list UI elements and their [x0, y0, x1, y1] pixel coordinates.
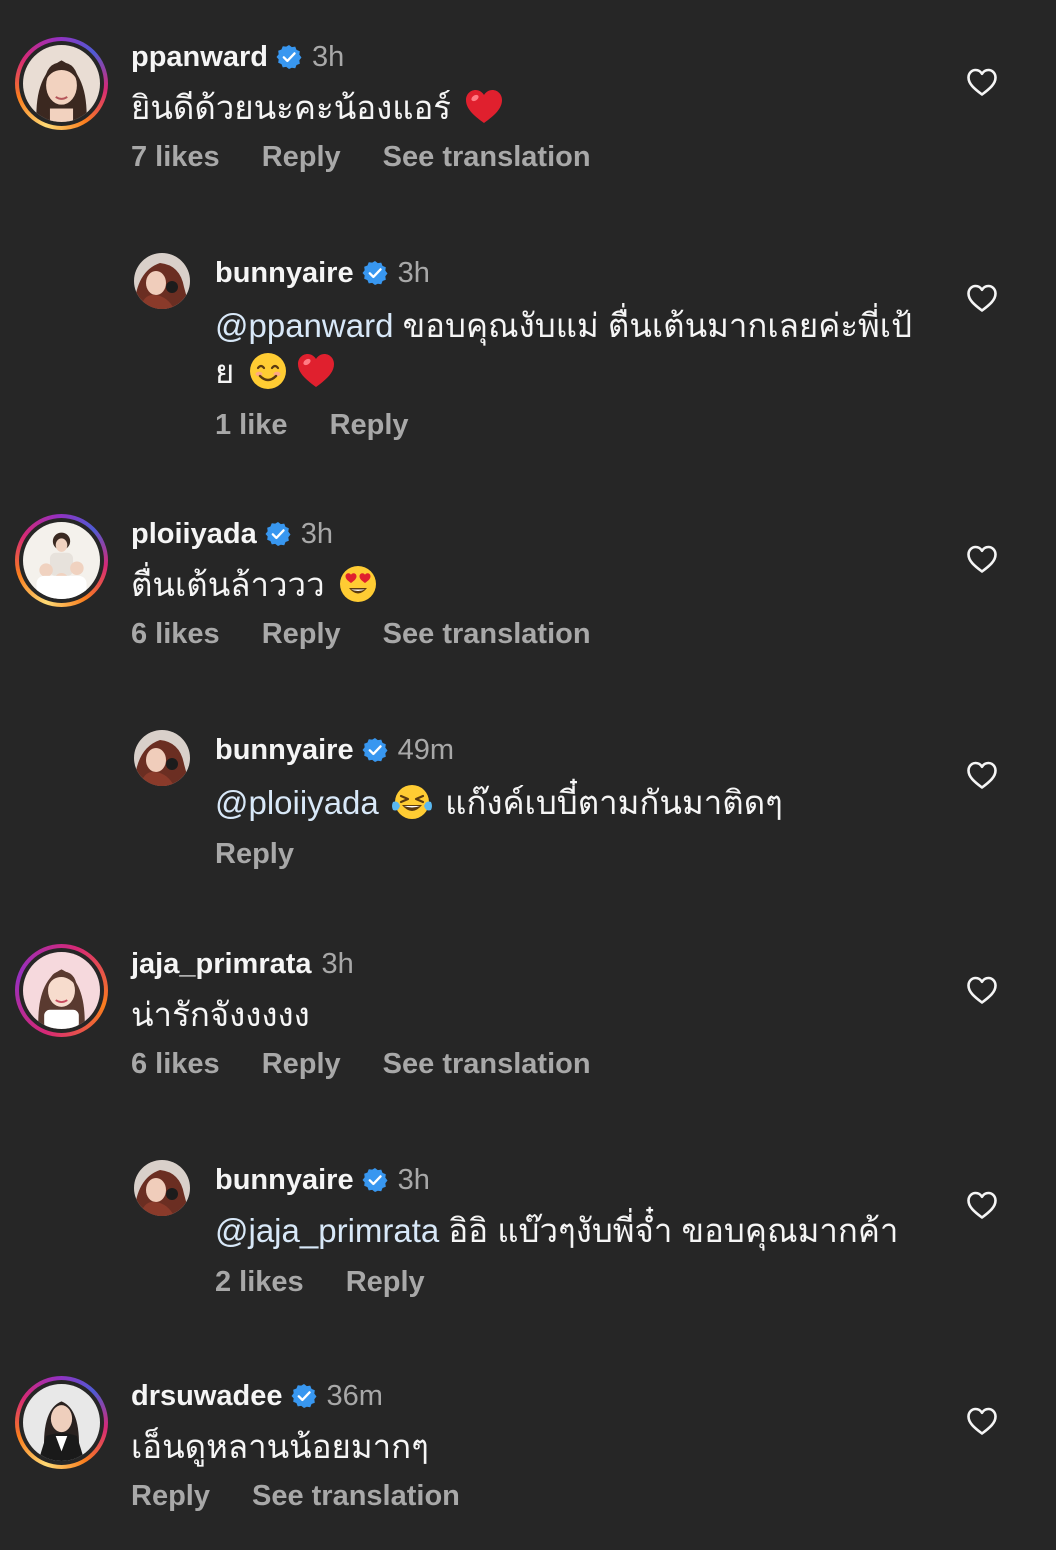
avatar[interactable]	[23, 1384, 100, 1461]
smiling-face-emoji-icon	[248, 351, 288, 391]
avatar[interactable]	[134, 730, 190, 786]
reply-button[interactable]: Reply	[215, 838, 294, 871]
likes-count[interactable]: 6 likes	[131, 618, 220, 651]
likes-count[interactable]: 2 likes	[215, 1266, 304, 1299]
story-ring[interactable]	[15, 1376, 108, 1469]
comment-username[interactable]: ploiiyada	[131, 518, 257, 551]
comment-body: ยินดีด้วยนะคะน้องแอร์	[131, 89, 452, 126]
reply-button[interactable]: Reply	[262, 1048, 341, 1081]
comment-body: แก๊งค์เบบี๋ตามกันมาติดๆ	[445, 784, 783, 821]
like-heart-icon[interactable]	[966, 1190, 998, 1220]
comment-username[interactable]: bunnyaire	[215, 734, 354, 767]
likes-count[interactable]: 1 like	[215, 409, 288, 442]
comment-text: น่ารักจังงงงง	[131, 992, 926, 1038]
verified-badge-icon	[276, 44, 302, 70]
avatar[interactable]	[23, 952, 100, 1029]
story-ring[interactable]	[15, 37, 108, 130]
tears-of-joy-emoji-icon	[392, 782, 432, 822]
verified-badge-icon	[265, 521, 291, 547]
comment-timestamp: 36m	[326, 1379, 383, 1412]
see-translation-button[interactable]: See translation	[383, 141, 591, 174]
reply-button[interactable]: Reply	[330, 409, 409, 442]
comment-body: ตื่นเต้นล้าววว	[131, 566, 325, 603]
comment-text: @jaja_primrata อิอิ แบ๊วๆงับพี่จ๋ำ ขอบคุ…	[215, 1208, 926, 1254]
comment-username[interactable]: bunnyaire	[215, 1164, 354, 1197]
like-heart-icon[interactable]	[966, 975, 998, 1005]
story-ring[interactable]	[15, 944, 108, 1037]
likes-count[interactable]: 6 likes	[131, 1048, 220, 1081]
avatar[interactable]	[23, 522, 100, 599]
like-heart-icon[interactable]	[966, 1406, 998, 1436]
like-heart-icon[interactable]	[966, 760, 998, 790]
mention-link[interactable]: @ppanward	[215, 307, 393, 344]
comment-text: @ploiiyada แก๊งค์เบบี๋ตามกันมาติดๆ	[215, 780, 926, 826]
verified-badge-icon	[362, 260, 388, 286]
comment-username[interactable]: drsuwadee	[131, 1380, 283, 1413]
comment-body-continued: ย	[215, 353, 235, 390]
heart-eyes-emoji-icon	[338, 564, 378, 604]
reply-button[interactable]: Reply	[262, 618, 341, 651]
like-heart-icon[interactable]	[966, 544, 998, 574]
avatar[interactable]	[23, 45, 100, 122]
comment-username[interactable]: ppanward	[131, 41, 268, 74]
comment-username[interactable]: bunnyaire	[215, 257, 354, 290]
comment-username[interactable]: jaja_primrata	[131, 948, 312, 981]
mention-link[interactable]: @jaja_primrata	[215, 1212, 439, 1249]
comment-timestamp: 3h	[397, 256, 430, 289]
reply-button[interactable]: Reply	[262, 141, 341, 174]
comment-timestamp: 49m	[397, 733, 455, 766]
red-heart-emoji-icon	[296, 351, 336, 391]
comment-text: ยินดีด้วยนะคะน้องแอร์	[131, 85, 926, 131]
avatar[interactable]	[134, 253, 190, 309]
story-ring[interactable]	[15, 514, 108, 607]
reply-button[interactable]: Reply	[131, 1480, 210, 1513]
verified-badge-icon	[362, 737, 388, 763]
see-translation-button[interactable]: See translation	[252, 1480, 460, 1513]
comment-timestamp: 3h	[300, 517, 333, 550]
red-heart-emoji-icon	[464, 87, 504, 127]
verified-badge-icon	[291, 1383, 317, 1409]
like-heart-icon[interactable]	[966, 67, 998, 97]
comment-body: น่ารักจังงงงง	[131, 996, 310, 1033]
see-translation-button[interactable]: See translation	[383, 1048, 591, 1081]
comment-body: ขอบคุณงับแม่ ตื่นเต้นมากเลยค่ะพี่เป้	[402, 307, 913, 344]
comment-timestamp: 3h	[397, 1163, 430, 1196]
verified-badge-icon	[362, 1167, 388, 1193]
comment-timestamp: 3h	[321, 947, 354, 980]
avatar[interactable]	[134, 1160, 190, 1216]
comment-body: เอ็นดูหลานน้อยมากๆ	[131, 1428, 429, 1465]
likes-count[interactable]: 7 likes	[131, 141, 220, 174]
reply-button[interactable]: Reply	[346, 1266, 425, 1299]
comment-text: เอ็นดูหลานน้อยมากๆ	[131, 1424, 926, 1470]
like-heart-icon[interactable]	[966, 283, 998, 313]
see-translation-button[interactable]: See translation	[383, 618, 591, 651]
mention-link[interactable]: @ploiiyada	[215, 784, 379, 821]
comment-text: @ppanward ขอบคุณงับแม่ ตื่นเต้นมากเลยค่ะ…	[215, 303, 926, 395]
comment-timestamp: 3h	[311, 40, 345, 73]
comment-text: ตื่นเต้นล้าววว	[131, 562, 926, 608]
comment-body: อิอิ แบ๊วๆงับพี่จ๋ำ ขอบคุณมากค้า	[448, 1212, 899, 1249]
